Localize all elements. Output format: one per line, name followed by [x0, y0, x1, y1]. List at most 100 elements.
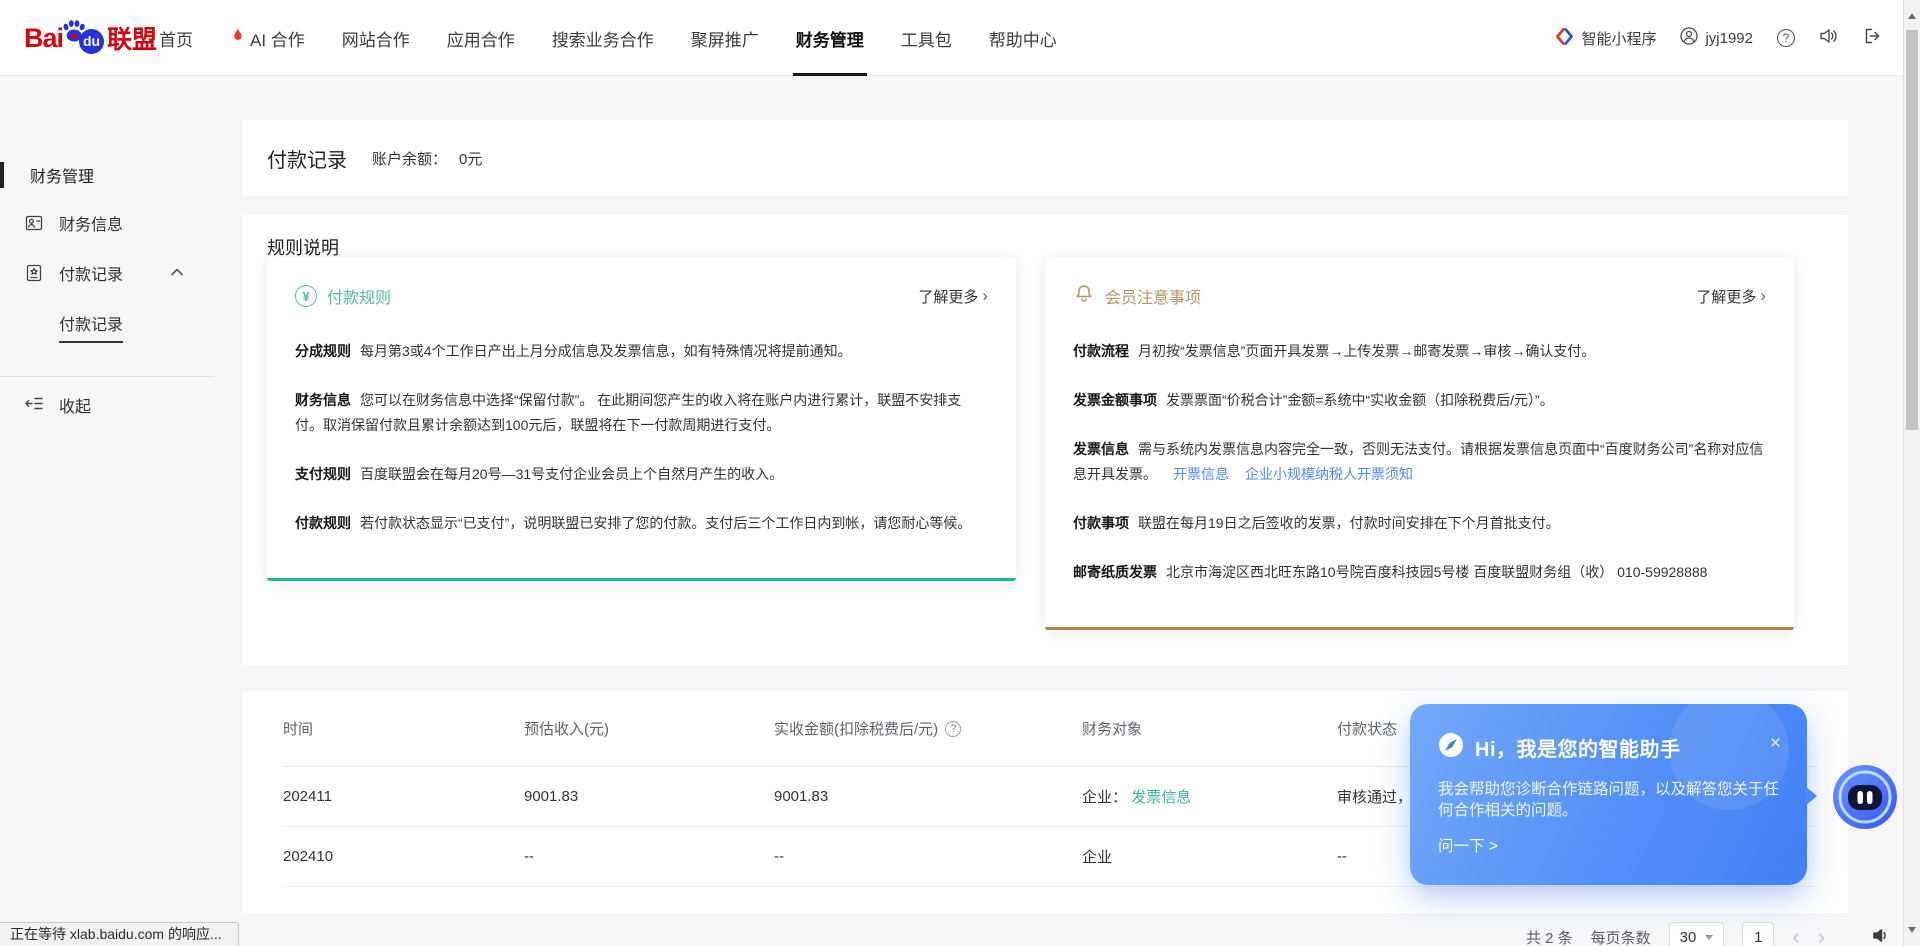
per-page-label: 每页条数	[1591, 927, 1651, 946]
scrollbar[interactable]	[1903, 0, 1920, 946]
question-circle-icon[interactable]: ?	[945, 721, 961, 737]
nav-item-help[interactable]: 帮助中心	[989, 0, 1057, 76]
cell-estimated: 9001.83	[524, 788, 774, 805]
col-header-time: 时间	[283, 718, 524, 739]
rule-label: 支付规则	[295, 466, 351, 482]
help-icon[interactable]: ?	[1777, 29, 1795, 47]
username: jyj1992	[1705, 30, 1753, 47]
rules-section-card: 规则说明 ¥ 付款规则 了解更多 › 分成规则每月第3或4个工作日产出上月分成信…	[242, 215, 1848, 665]
yen-coin-icon: ¥	[295, 285, 317, 307]
status-text: 正在等待 xlab.baidu.com 的响应...	[10, 926, 222, 942]
rule-paragraph: 付款流程月初按“发票信息”页面开具发票→上传发票→邮寄发票→审核→确认支付。	[1073, 339, 1766, 364]
col-header-finance-object: 财务对象	[1082, 718, 1337, 739]
cell-finance-object: 企业	[1082, 846, 1337, 867]
popup-tail	[1805, 786, 1817, 806]
nav-item-juping[interactable]: 聚屏推广	[691, 0, 759, 76]
rule-paragraph: 邮寄纸质发票北京市海淀区西北旺东路10号院百度科技园5号楼 百度联盟财务组（收）…	[1073, 560, 1766, 585]
sidebar-item-finance-info[interactable]: 财务信息	[0, 210, 220, 236]
sidebar-divider	[0, 376, 214, 377]
invoice-info-table-link[interactable]: 发票信息	[1131, 789, 1191, 806]
yen-glyph: ¥	[302, 289, 309, 304]
rule-label: 分成规则	[295, 343, 351, 359]
account-balance: 账户余额： 0元	[372, 148, 482, 169]
mini-program-label: 智能小程序	[1581, 28, 1656, 49]
nav-item-search-biz[interactable]: 搜索业务合作	[552, 0, 654, 76]
mini-program-diamond-icon	[1555, 27, 1574, 50]
assistant-robot-avatar[interactable]	[1832, 764, 1898, 835]
nav-label: 帮助中心	[989, 26, 1057, 51]
nav-label: 网站合作	[342, 26, 410, 51]
finance-object-text: 企业：	[1082, 789, 1127, 806]
nav-item-toolkit[interactable]: 工具包	[901, 0, 952, 76]
rule-label: 付款事项	[1073, 515, 1129, 531]
nav-item-finance[interactable]: 财务管理	[796, 0, 864, 76]
logout-icon[interactable]	[1863, 27, 1882, 49]
page-number: 1	[1754, 929, 1762, 946]
col-header-estimated: 预估收入(元)	[524, 718, 774, 739]
user-account[interactable]: jyj1992	[1680, 27, 1753, 49]
sidebar-subitem-payment-record[interactable]: 付款记录	[0, 310, 220, 336]
rule-paragraph: 付款规则若付款状态显示“已支付”，说明联盟已安排了您的付款。支付后三个工作日内到…	[295, 511, 988, 536]
col-header-actual: 实收金额(扣除税费后/元) ?	[774, 718, 1082, 739]
per-page-select[interactable]: 30	[1669, 922, 1725, 946]
rule-paragraph: 发票金额事项发票票面“价税合计”金额=系统中“实收金额（扣除税费后/元）”。	[1073, 388, 1766, 413]
chevron-up-icon[interactable]	[170, 264, 184, 282]
sidebar-subitem-label: 付款记录	[59, 317, 123, 343]
mini-program-entry[interactable]: 智能小程序	[1555, 27, 1656, 50]
user-icon	[1680, 27, 1698, 49]
collapse-icon	[24, 395, 44, 415]
assistant-title: Hi，我是您的智能助手	[1475, 733, 1681, 762]
rule-paragraph: 发票信息需与系统内发票信息内容完全一致，否则无法支付。请根据发票信息页面中“百度…	[1073, 437, 1766, 487]
page-number-button[interactable]: 1	[1742, 922, 1774, 946]
ask-now-link[interactable]: 问一下 >	[1438, 834, 1779, 856]
nav-item-home[interactable]: 首页	[159, 0, 193, 76]
rule-label: 发票信息	[1073, 441, 1129, 457]
scrollbar-down-arrow[interactable]	[1908, 927, 1916, 937]
learn-more-link-right[interactable]: 了解更多 ›	[1696, 286, 1766, 307]
page-title: 付款记录	[267, 144, 347, 173]
nav-label: 首页	[159, 26, 193, 51]
invoice-info-link[interactable]: 开票信息	[1173, 466, 1229, 482]
payment-record-icon	[24, 263, 44, 283]
nav-label: 搜索业务合作	[552, 26, 654, 51]
learn-more-link-left[interactable]: 了解更多 ›	[918, 286, 988, 307]
finance-object-text: 企业	[1082, 849, 1112, 866]
nav-item-website[interactable]: 网站合作	[342, 0, 410, 76]
next-page-button[interactable]: ›	[1818, 926, 1825, 946]
logo-text-union: 联盟	[107, 20, 157, 56]
rule-paragraph: 分成规则每月第3或4个工作日产出上月分成信息及发票信息，如有特殊情况将提前通知。	[295, 339, 988, 364]
scrollbar-up-arrow[interactable]	[1908, 9, 1916, 19]
small-taxpayer-notice-link[interactable]: 企业小规模纳税人开票须知	[1245, 466, 1413, 482]
nav-label: 应用合作	[447, 26, 515, 51]
topbar-right: 智能小程序 jyj1992 ?	[1555, 0, 1882, 76]
prev-page-button[interactable]: ‹	[1792, 926, 1799, 946]
assistant-message: 我会帮助您诊断合作链路问题，以及解答您关于任何合作相关的问题。	[1438, 779, 1786, 821]
rule-paragraph: 财务信息您可以在财务信息中选择“保留付款”。 在此期间您产生的收入将在账户内进行…	[295, 388, 988, 438]
rule-label: 付款流程	[1073, 343, 1129, 359]
col-header-actual-label: 实收金额(扣除税费后/元)	[774, 718, 938, 739]
cell-estimated: --	[524, 848, 774, 865]
total-count: 共 2 条	[1526, 927, 1573, 946]
cell-actual: 9001.83	[774, 788, 1082, 805]
member-notes-title: 会员注意事项	[1105, 284, 1201, 308]
sidebar-item-label: 付款记录	[59, 261, 123, 285]
cell-actual: --	[774, 848, 1082, 865]
sidebar-section-finance[interactable]: 财务管理	[30, 162, 94, 188]
sidebar-item-payment-record[interactable]: 付款记录	[0, 260, 220, 286]
nav-item-ai[interactable]: AI 合作	[230, 0, 305, 76]
close-icon[interactable]: ×	[1770, 734, 1781, 753]
sound-icon[interactable]	[1819, 27, 1839, 49]
payment-rules-title: 付款规则	[327, 284, 391, 308]
nav-label: 工具包	[901, 26, 952, 51]
logo-text-bai: Bai	[24, 23, 63, 54]
payment-rules-card: ¥ 付款规则 了解更多 › 分成规则每月第3或4个工作日产出上月分成信息及发票信…	[267, 257, 1016, 581]
nav-item-app[interactable]: 应用合作	[447, 0, 515, 76]
finance-info-icon	[24, 213, 44, 233]
scrollbar-thumb[interactable]	[1906, 30, 1918, 430]
learn-more-label: 了解更多	[1696, 286, 1756, 307]
sidebar-collapse-button[interactable]: 收起	[0, 392, 220, 418]
baidu-union-logo[interactable]: Bai du 联盟	[24, 0, 157, 76]
corner-sound-icon[interactable]	[1872, 927, 1891, 946]
cell-finance-object: 企业： 发票信息	[1082, 786, 1337, 807]
nav-label: AI 合作	[250, 26, 305, 51]
